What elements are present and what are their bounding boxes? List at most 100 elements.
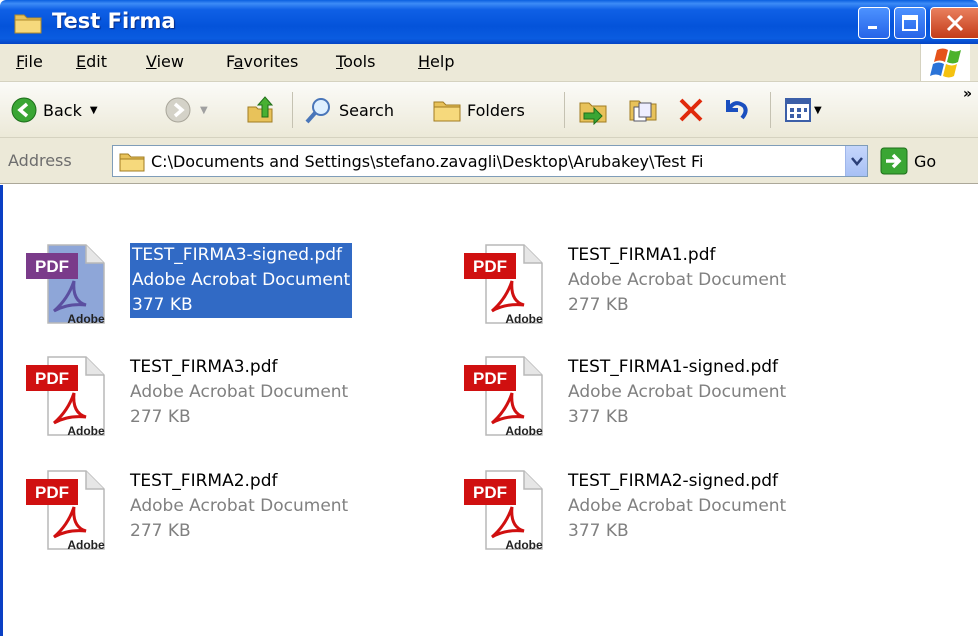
back-label: Back — [43, 100, 82, 120]
svg-text:Adobe: Adobe — [67, 424, 105, 438]
up-folder-icon — [247, 96, 274, 123]
minimize-icon — [868, 26, 877, 29]
copy-to-button[interactable] — [626, 92, 658, 128]
file-name: TEST_FIRMA2-signed.pdf — [568, 471, 779, 491]
file-item[interactable]: PDF Adobe TEST_FIRMA3.pdf Adobe Acrobat D… — [26, 351, 446, 451]
menu-view[interactable]: View — [146, 52, 184, 71]
svg-text:PDF: PDF — [35, 257, 69, 276]
pdf-file-icon: PDF Adobe — [26, 351, 116, 443]
move-to-icon — [579, 102, 607, 125]
address-dropdown-button[interactable] — [845, 146, 867, 176]
svg-text:PDF: PDF — [473, 369, 507, 388]
go-arrow-icon — [880, 147, 908, 175]
file-list-pane[interactable]: PDF Adobe TEST_FIRMA3-signed.pdf Adobe Ac… — [0, 185, 978, 636]
search-icon — [305, 98, 330, 124]
file-name: TEST_FIRMA1.pdf — [568, 245, 716, 265]
file-type: Adobe Acrobat Document — [130, 496, 349, 516]
delete-x-icon — [679, 98, 703, 122]
menu-help[interactable]: Help — [418, 52, 454, 71]
file-type: Adobe Acrobat Document — [568, 382, 787, 402]
maximize-button[interactable] — [894, 7, 926, 39]
search-button[interactable]: Search — [304, 92, 394, 128]
explorer-window: Test Firma File Edit View Favorites Tool… — [0, 0, 978, 636]
address-input[interactable]: C:\Documents and Settings\stefano.zavagl… — [112, 145, 868, 177]
windows-flag-icon — [930, 48, 961, 78]
search-label: Search — [339, 100, 394, 120]
menu-tools[interactable]: Tools — [336, 52, 375, 71]
close-icon — [946, 14, 963, 32]
move-to-button[interactable] — [578, 92, 610, 128]
file-name: TEST_FIRMA3-signed.pdf — [132, 245, 343, 265]
close-button[interactable] — [930, 7, 978, 39]
svg-text:Adobe: Adobe — [67, 312, 105, 326]
copy-to-icon — [629, 100, 657, 122]
file-size: 277 KB — [130, 521, 191, 541]
windows-logo — [920, 44, 970, 81]
file-size: 377 KB — [568, 407, 629, 427]
views-button[interactable]: ▼ — [784, 92, 822, 128]
forward-button[interactable]: ▼ — [164, 92, 208, 128]
menu-edit[interactable]: Edit — [76, 52, 107, 71]
file-item[interactable]: PDF Adobe TEST_FIRMA3-signed.pdf Adobe Ac… — [26, 239, 446, 339]
go-label: Go — [914, 151, 937, 171]
svg-text:Adobe: Adobe — [67, 538, 105, 552]
file-name: TEST_FIRMA1-signed.pdf — [568, 357, 779, 377]
folders-button[interactable]: Folders — [432, 92, 525, 128]
maximize-icon — [902, 15, 918, 31]
file-size: 277 KB — [130, 407, 191, 427]
up-folder-button[interactable] — [246, 92, 276, 128]
menu-file[interactable]: File — [16, 52, 43, 71]
standard-toolbar: Back ▼ ▼ Search Folders ▼ » — [0, 82, 978, 138]
file-name: TEST_FIRMA3.pdf — [130, 357, 278, 377]
file-label: TEST_FIRMA3.pdf Adobe Acrobat Document 2… — [130, 355, 348, 430]
title-bar[interactable]: Test Firma — [0, 0, 978, 44]
window-frame-left — [0, 185, 3, 636]
file-label: TEST_FIRMA1.pdf Adobe Acrobat Document 2… — [568, 243, 786, 318]
back-dropdown-icon[interactable]: ▼ — [90, 105, 98, 116]
views-dropdown-icon[interactable]: ▼ — [814, 105, 822, 116]
svg-text:PDF: PDF — [35, 483, 69, 502]
go-button[interactable]: Go — [880, 147, 936, 175]
file-item[interactable]: PDF Adobe TEST_FIRMA1-signed.pdf Adobe Ac… — [464, 351, 884, 451]
menu-bar: File Edit View Favorites Tools Help — [0, 44, 978, 82]
file-type: Adobe Acrobat Document — [130, 382, 349, 402]
pdf-file-icon: PDF Adobe — [464, 351, 554, 443]
svg-text:Adobe: Adobe — [505, 538, 543, 552]
file-size: 277 KB — [568, 295, 629, 315]
forward-arrow-icon — [165, 97, 191, 123]
forward-dropdown-icon[interactable]: ▼ — [200, 105, 208, 116]
svg-text:Adobe: Adobe — [505, 424, 543, 438]
back-button[interactable]: Back ▼ — [10, 92, 98, 128]
file-name: TEST_FIRMA2.pdf — [130, 471, 278, 491]
file-item[interactable]: PDF Adobe TEST_FIRMA2-signed.pdf Adobe Ac… — [464, 465, 884, 565]
toolbar-overflow-chevron[interactable]: » — [963, 86, 972, 102]
file-item[interactable]: PDF Adobe TEST_FIRMA2.pdf Adobe Acrobat D… — [26, 465, 446, 565]
folders-icon — [433, 101, 461, 122]
window-title: Test Firma — [52, 9, 176, 33]
toolbar-separator — [770, 92, 771, 128]
file-label: TEST_FIRMA1-signed.pdf Adobe Acrobat Doc… — [568, 355, 786, 430]
file-type: Adobe Acrobat Document — [568, 496, 787, 516]
pdf-file-icon: PDF Adobe — [26, 239, 116, 331]
delete-button[interactable] — [676, 92, 706, 128]
file-label: TEST_FIRMA2-signed.pdf Adobe Acrobat Doc… — [568, 469, 786, 544]
views-grid-icon — [785, 98, 811, 122]
file-size: 377 KB — [568, 521, 629, 541]
folders-label: Folders — [467, 100, 525, 120]
undo-button[interactable] — [720, 92, 750, 128]
file-type: Adobe Acrobat Document — [568, 270, 787, 290]
pdf-file-icon: PDF Adobe — [464, 465, 554, 557]
back-arrow-icon — [11, 97, 37, 123]
svg-text:Adobe: Adobe — [505, 312, 543, 326]
toolbar-separator — [564, 92, 565, 128]
file-item[interactable]: PDF Adobe TEST_FIRMA1.pdf Adobe Acrobat D… — [464, 239, 884, 339]
undo-icon — [726, 100, 748, 120]
minimize-button[interactable] — [858, 7, 890, 39]
menu-favorites[interactable]: Favorites — [226, 52, 298, 71]
address-label: Address — [8, 151, 72, 170]
file-size: 377 KB — [132, 295, 193, 315]
svg-text:PDF: PDF — [473, 483, 507, 502]
file-label: TEST_FIRMA2.pdf Adobe Acrobat Document 2… — [130, 469, 348, 544]
folder-icon — [14, 14, 42, 34]
svg-text:PDF: PDF — [473, 257, 507, 276]
